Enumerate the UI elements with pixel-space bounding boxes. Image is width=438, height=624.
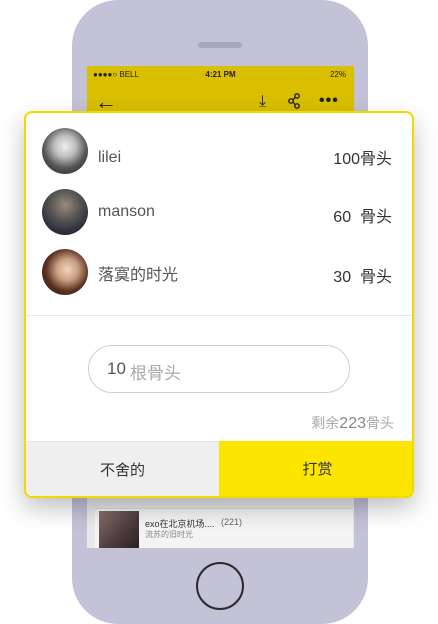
remaining-prefix: 剩余 [311, 415, 340, 431]
share-icon[interactable] [287, 93, 301, 113]
user-name: 落寞的时光 [98, 267, 179, 284]
remaining-bones: 剩余223骨头 [311, 413, 394, 433]
cancel-button[interactable]: 不舍的 [26, 441, 219, 496]
input-value: 10 [107, 359, 126, 378]
battery-label: 22% [329, 70, 346, 79]
bone-count-input[interactable]: 10 根骨头 [88, 345, 350, 393]
bone-amount: 100骨头 [333, 151, 392, 168]
list-item[interactable]: exo在北京机场.... (221) 流苏的旧时光 [95, 508, 353, 548]
list-item-subtitle: 流苏的旧时光 [145, 530, 193, 539]
more-icon[interactable]: ••• [319, 92, 339, 110]
status-time: 4:21 PM [205, 70, 236, 79]
divider [26, 315, 412, 316]
input-unit: 根骨头 [130, 364, 181, 383]
ranking-row: manson 60 骨头 [26, 181, 412, 241]
bone-amount: 60 骨头 [333, 209, 392, 226]
remaining-suffix: 骨头 [366, 415, 394, 431]
remaining-value: 223 [339, 415, 366, 432]
user-name: lilei [98, 149, 122, 166]
avatar [42, 249, 88, 295]
thumbnail-image [99, 511, 139, 548]
user-name: manson [98, 203, 155, 220]
ranking-row: lilei 100骨头 [26, 121, 412, 181]
home-button[interactable] [196, 562, 244, 610]
status-bar: ●●●●○ BELL 4:21 PM 22% [87, 66, 354, 84]
reward-dialog: lilei 100骨头 manson 60 骨头 落寞的时光 30 骨头 10 … [24, 111, 414, 498]
reward-button[interactable]: 打赏 [219, 441, 412, 496]
bone-amount: 30 骨头 [333, 269, 392, 286]
phone-speaker [198, 42, 242, 48]
avatar [42, 189, 88, 235]
avatar [42, 128, 88, 174]
download-icon[interactable]: ⤓ [259, 93, 266, 111]
list-item-count: (221) [221, 517, 243, 527]
ranking-row: 落寞的时光 30 骨头 [26, 241, 412, 301]
